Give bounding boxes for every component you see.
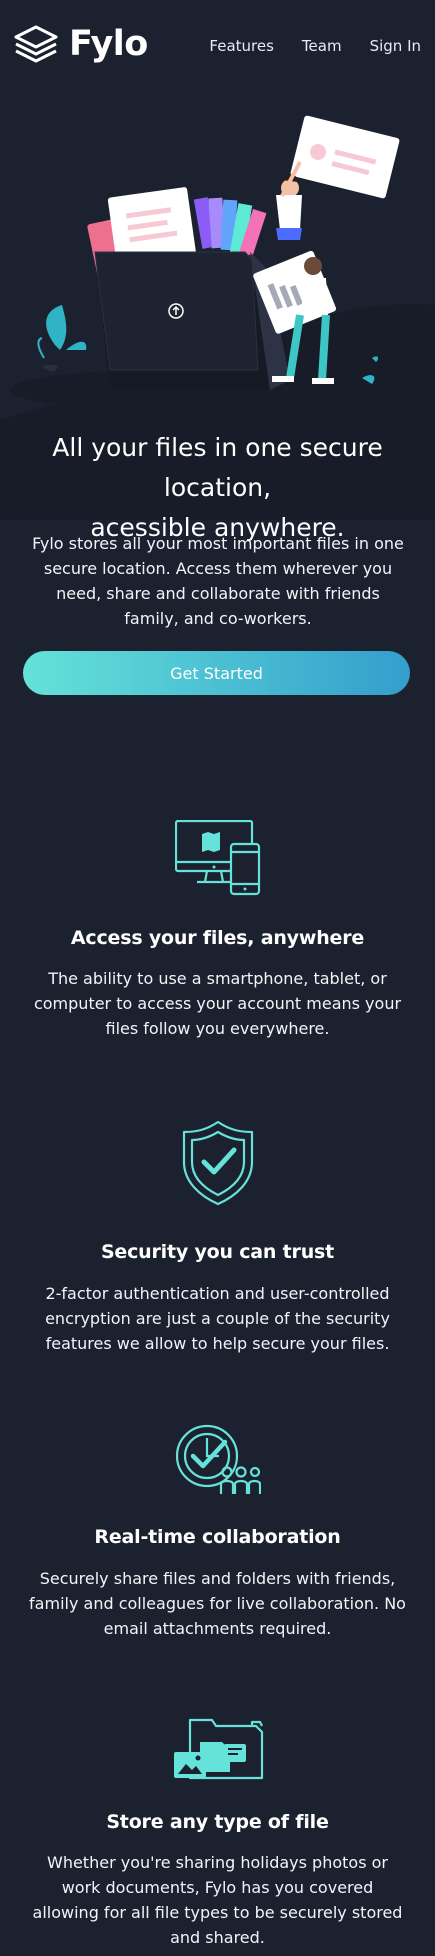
security-shield-icon: [182, 1120, 253, 1206]
brand-name: Fylo: [69, 23, 148, 64]
access-anywhere-icon: [174, 820, 260, 896]
hero-description: Fylo stores all your most important file…: [32, 534, 404, 628]
layers-logo-icon: [14, 25, 58, 63]
any-file-icon: [173, 1718, 263, 1780]
nav-features[interactable]: Features: [209, 37, 274, 55]
get-started-button[interactable]: Get Started: [23, 651, 410, 695]
feature-any-file: Store any type of file Whether you're sh…: [0, 1716, 435, 1950]
feature-security: Security you can trust 2-factor authenti…: [0, 1120, 435, 1356]
feature-access-anywhere: Access your files, anywhere The ability …: [0, 820, 435, 1041]
feature-title: Security you can trust: [100, 1241, 335, 1263]
main-nav: Features Team Sign In: [209, 37, 421, 55]
nav-sign-in[interactable]: Sign In: [370, 37, 421, 55]
feature-description: The ability to use a smartphone, tablet,…: [33, 969, 402, 1038]
feature-title: Access your files, anywhere: [70, 927, 365, 949]
brand-logo[interactable]: Fylo: [13, 24, 148, 64]
hero-title: All your files in one secure location, a…: [0, 428, 435, 548]
feature-description: 2-factor authentication and user-control…: [45, 1284, 390, 1353]
site-header: Fylo Features Team Sign In: [0, 0, 435, 90]
collaboration-icon: [175, 1424, 261, 1494]
feature-title: Real-time collaboration: [94, 1526, 341, 1548]
feature-description: Securely share files and folders with fr…: [29, 1569, 406, 1638]
feature-collaboration: Real-time collaboration Securely share f…: [0, 1422, 435, 1641]
feature-description: Whether you're sharing holidays photos o…: [32, 1853, 403, 1947]
hero-title-line1: All your files in one secure location,: [52, 433, 383, 502]
nav-team[interactable]: Team: [302, 37, 342, 55]
feature-title: Store any type of file: [106, 1811, 329, 1833]
